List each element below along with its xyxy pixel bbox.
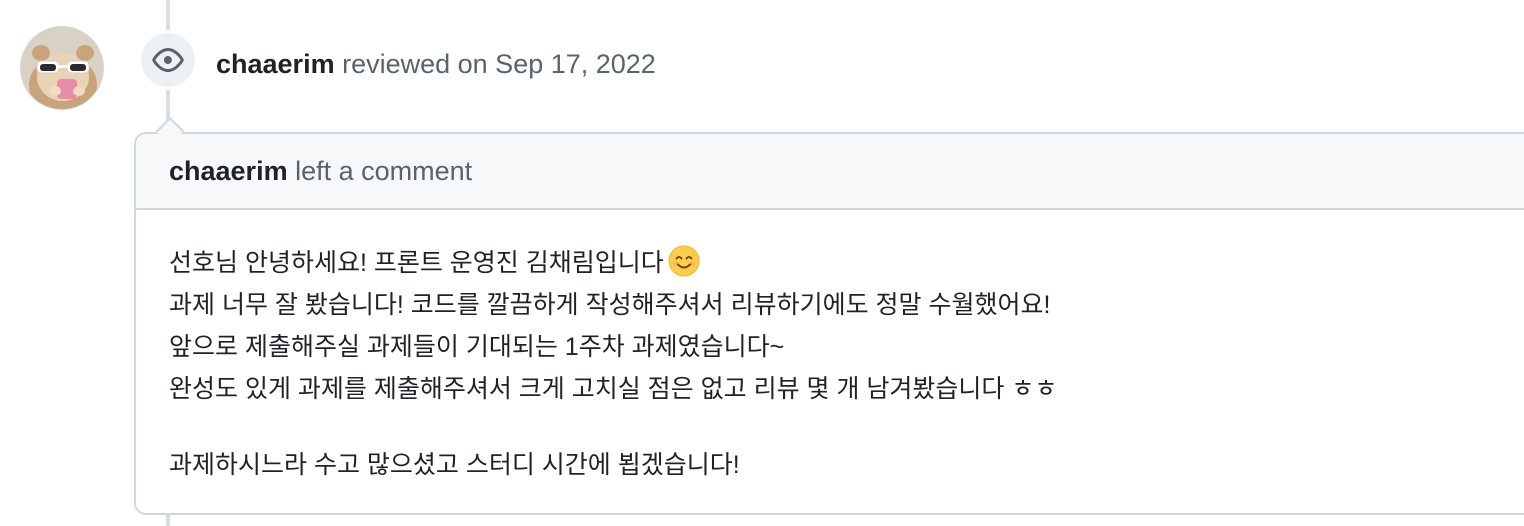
event-author-link[interactable]: chaaerim [216, 49, 335, 79]
smiling-face-emoji-icon [668, 245, 700, 277]
comment-header: chaaerim left a comment [136, 134, 1524, 210]
comment-header-text: chaaerim left a comment [169, 151, 472, 191]
comment-line: 앞으로 제출해주실 과제들이 기대되는 1주차 과제였습니다~ [169, 333, 785, 361]
avatar[interactable] [20, 26, 104, 110]
timeline-container: chaaerim reviewed on Sep 17, 2022 chaaer… [0, 0, 1524, 526]
eye-icon [152, 48, 184, 72]
comment-line: 과제 너무 잘 봤습니다! 코드를 깔끔하게 작성해주셔서 리뷰하기에도 정말 … [169, 291, 1051, 319]
comment-body: 선호님 안녕하세요! 프론트 운영진 김채림입니다 과제 너무 잘 봤습니다! … [169, 242, 1057, 486]
comment-author-link[interactable]: chaaerim [169, 156, 288, 186]
comment-action-text: left a comment [295, 156, 473, 186]
comment-line: 선호님 안녕하세요! 프론트 운영진 김채림입니다 [169, 242, 1057, 284]
comment-line: 과제하시느라 수고 많으셨고 스터디 시간에 뵙겠습니다! [169, 451, 740, 479]
hamster-avatar-icon [21, 27, 103, 109]
review-event-badge [138, 30, 198, 90]
event-action-text[interactable]: reviewed on Sep 17, 2022 [342, 49, 656, 79]
timeline-event-text: chaaerim reviewed on Sep 17, 2022 [216, 44, 656, 84]
comment-line-text: 선호님 안녕하세요! 프론트 운영진 김채림입니다 [169, 249, 664, 277]
comment-box: chaaerim left a comment 선호님 안녕하세요! 프론트 운… [134, 132, 1524, 515]
comment-line: 완성도 있게 과제를 제출해주셔서 크게 고치실 점은 없고 리뷰 몇 개 남겨… [169, 375, 1058, 403]
